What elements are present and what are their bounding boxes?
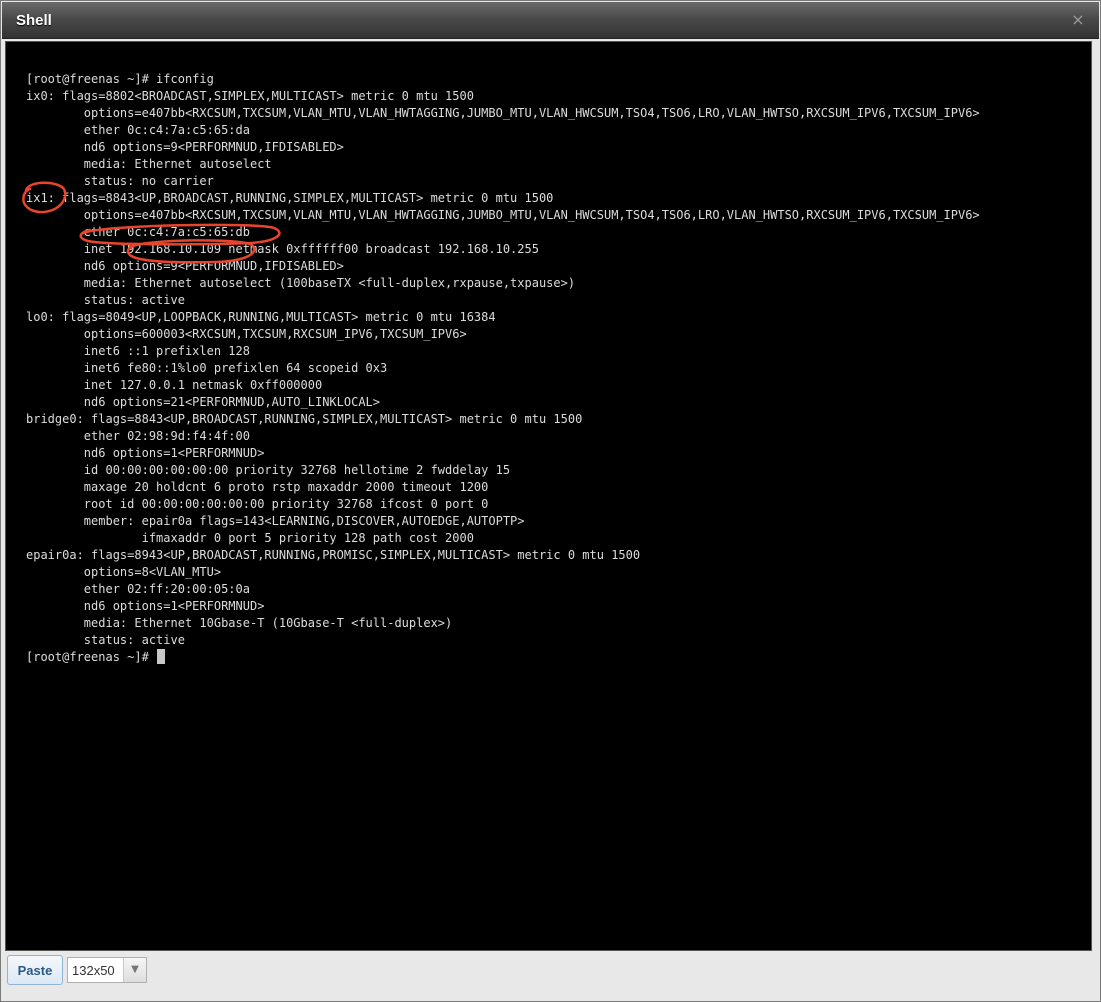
- terminal-line: status: no carrier: [26, 174, 214, 188]
- shell-window: Shell × [root@freenas ~]# ifconfig ix0: f…: [0, 0, 1101, 1002]
- terminal-line: root id 00:00:00:00:00:00 priority 32768…: [26, 497, 489, 511]
- terminal-prompt-line: [root@freenas ~]#: [26, 649, 980, 666]
- terminal-line: ether 02:ff:20:00:05:0a: [26, 582, 250, 596]
- terminal-line: inet 192.168.10.109 netmask 0xffffff00 b…: [26, 242, 539, 256]
- terminal-line: epair0a: flags=8943<UP,BROADCAST,RUNNING…: [26, 548, 641, 562]
- terminal-cursor: [157, 649, 166, 664]
- terminal-line: inet 127.0.0.1 netmask 0xff000000: [26, 378, 323, 392]
- terminal-line: options=8<VLAN_MTU>: [26, 565, 222, 579]
- terminal-line: inet6 fe80::1%lo0 prefixlen 64 scopeid 0…: [26, 361, 388, 375]
- close-icon[interactable]: ×: [1069, 11, 1087, 29]
- terminal-line: lo0: flags=8049<UP,LOOPBACK,RUNNING,MULT…: [26, 310, 496, 324]
- terminal-line: options=600003<RXCSUM,TXCSUM,RXCSUM_IPV6…: [26, 327, 467, 341]
- terminal-line: options=e407bb<RXCSUM,TXCSUM,VLAN_MTU,VL…: [26, 208, 980, 222]
- terminal-size-value: 132x50: [72, 963, 115, 978]
- terminal-line: media: Ethernet autoselect (100baseTX <f…: [26, 276, 576, 290]
- paste-button[interactable]: Paste: [7, 955, 63, 985]
- terminal-toolbar: Paste 132x50 ▼: [1, 953, 1101, 993]
- terminal-line: status: active: [26, 293, 185, 307]
- terminal-line: ifmaxaddr 0 port 5 priority 128 path cos…: [26, 531, 474, 545]
- terminal-line: nd6 options=9<PERFORMNUD,IFDISABLED>: [26, 140, 344, 154]
- terminal-line: ether 0c:c4:7a:c5:65:da: [26, 123, 250, 137]
- terminal-line: member: epair0a flags=143<LEARNING,DISCO…: [26, 514, 525, 528]
- terminal-line: bridge0: flags=8843<UP,BROADCAST,RUNNING…: [26, 412, 583, 426]
- terminal-output: [root@freenas ~]# ifconfig ix0: flags=880…: [26, 71, 980, 666]
- terminal-line: [root@freenas ~]# ifconfig: [26, 72, 214, 86]
- terminal-line: options=e407bb<RXCSUM,TXCSUM,VLAN_MTU,VL…: [26, 106, 980, 120]
- window-titlebar[interactable]: Shell ×: [2, 2, 1099, 39]
- terminal-line: id 00:00:00:00:00:00 priority 32768 hell…: [26, 463, 511, 477]
- terminal-line: inet6 ::1 prefixlen 128: [26, 344, 250, 358]
- window-title: Shell: [16, 12, 52, 29]
- terminal-line: nd6 options=1<PERFORMNUD>: [26, 446, 265, 460]
- terminal-line: media: Ethernet 10Gbase-T (10Gbase-T <fu…: [26, 616, 453, 630]
- terminal-line: nd6 options=9<PERFORMNUD,IFDISABLED>: [26, 259, 344, 273]
- chevron-down-icon[interactable]: ▼: [123, 958, 146, 982]
- terminal-line: nd6 options=21<PERFORMNUD,AUTO_LINKLOCAL…: [26, 395, 381, 409]
- terminal-prompt: [root@freenas ~]#: [26, 650, 157, 664]
- terminal-line: media: Ethernet autoselect: [26, 157, 272, 171]
- terminal-line: ether 02:98:9d:f4:4f:00: [26, 429, 250, 443]
- terminal-line: status: active: [26, 633, 185, 647]
- terminal-line: ix1: flags=8843<UP,BROADCAST,RUNNING,SIM…: [26, 191, 554, 205]
- terminal-line: maxage 20 holdcnt 6 proto rstp maxaddr 2…: [26, 480, 489, 494]
- terminal-line: nd6 options=1<PERFORMNUD>: [26, 599, 265, 613]
- terminal-line: ether 0c:c4:7a:c5:65:db: [26, 225, 250, 239]
- terminal-size-select[interactable]: 132x50 ▼: [67, 957, 147, 983]
- terminal-screen[interactable]: [root@freenas ~]# ifconfig ix0: flags=880…: [5, 41, 1092, 951]
- terminal-line: ix0: flags=8802<BROADCAST,SIMPLEX,MULTIC…: [26, 89, 474, 103]
